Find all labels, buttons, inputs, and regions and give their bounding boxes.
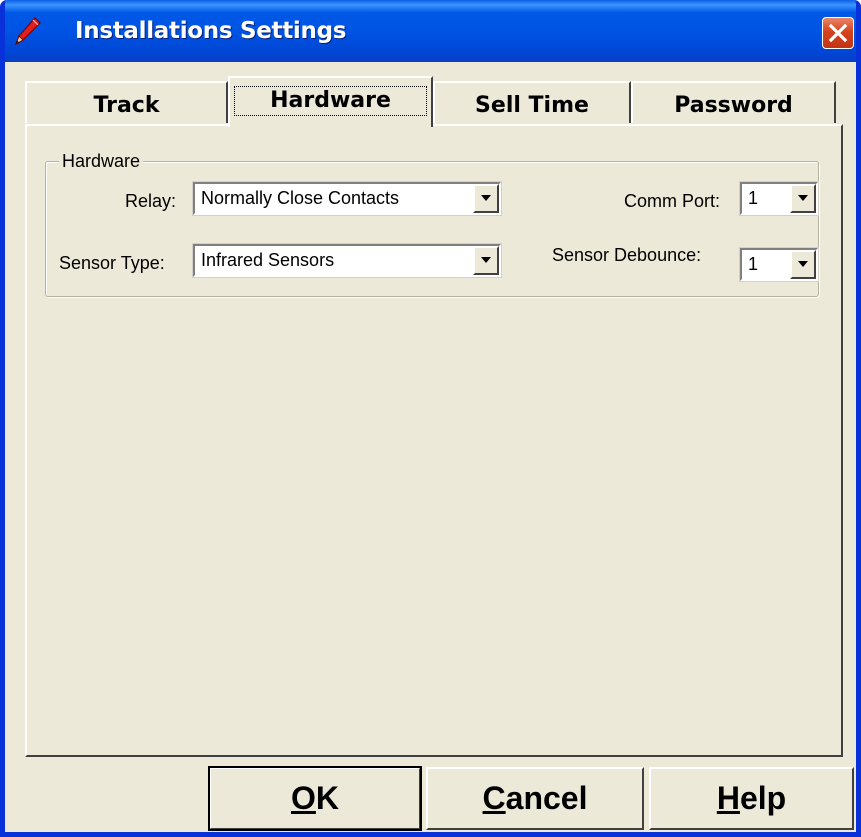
relay-dropdown-button[interactable] [473,184,499,213]
cancel-label-rest: ancel [505,780,588,816]
comm-port-value: 1 [748,188,759,208]
cancel-button[interactable]: Cancel [426,767,644,830]
pencil-icon [14,17,41,46]
tab-track-label: Track [93,93,160,118]
tab-hardware-label: Hardware [234,86,427,116]
tab-password-label: Password [674,93,793,118]
comm-port-select[interactable]: 1 [739,181,819,216]
ok-label-rest: K [315,780,339,816]
tab-track[interactable]: Track [25,81,228,123]
sensor-debounce-select[interactable]: 1 [739,247,819,282]
sensor-type-select[interactable]: Infrared Sensors [192,243,502,278]
hardware-group-legend: Hardware [59,151,144,172]
chevron-down-icon [798,195,808,201]
chevron-down-icon [481,257,491,263]
comm-port-label: Comm Port: [624,191,721,211]
hardware-groupbox: Hardware Relay: Normally Close Contacts … [45,151,819,297]
help-access-key: H [716,780,740,816]
tab-hardware[interactable]: Hardware [228,76,433,127]
title-bar[interactable]: Installations Settings [5,0,856,62]
relay-value: Normally Close Contacts [201,188,400,208]
sensor-type-label: Sensor Type: [59,253,165,273]
sensor-debounce-dropdown-button[interactable] [790,250,816,279]
chevron-down-icon [481,195,491,201]
ok-button[interactable]: OK [208,766,422,831]
tab-sell-time-label: Sell Time [475,93,589,118]
relay-select[interactable]: Normally Close Contacts [192,181,502,216]
relay-label: Relay: [125,191,177,211]
ok-access-key: O [291,780,316,816]
cancel-access-key: C [482,780,506,816]
hardware-tab-panel: Hardware Relay: Normally Close Contacts … [25,124,843,757]
window-title: Installations Settings [75,18,347,44]
close-button[interactable] [822,17,854,49]
chevron-down-icon [798,261,808,267]
comm-port-dropdown-button[interactable] [790,184,816,213]
tab-sell-time[interactable]: Sell Time [433,81,631,123]
installations-settings-dialog: Installations Settings Track Hardware Se… [0,0,861,837]
close-icon [828,23,848,43]
help-label-rest: elp [739,780,787,816]
tab-password[interactable]: Password [631,81,836,123]
sensor-type-dropdown-button[interactable] [473,246,499,275]
sensor-debounce-value: 1 [748,254,759,274]
sensor-debounce-label: Sensor Debounce: [552,245,702,265]
sensor-type-value: Infrared Sensors [201,250,335,270]
help-button[interactable]: Help [649,767,854,830]
